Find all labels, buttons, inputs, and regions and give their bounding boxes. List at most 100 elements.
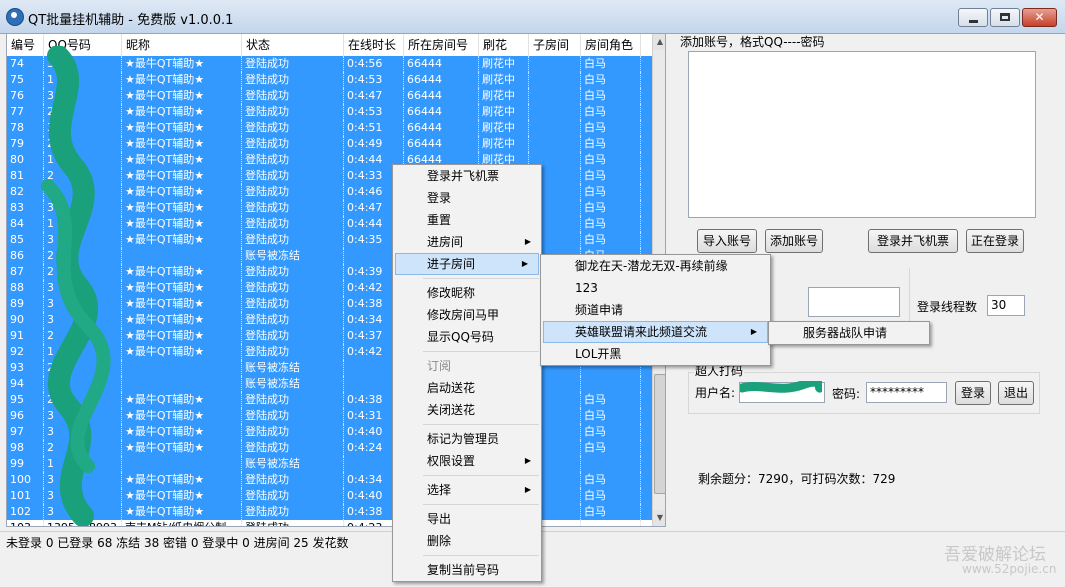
table-cell: 0:4:53	[344, 104, 404, 120]
table-row[interactable]: 99 1 账号被冻结	[7, 456, 652, 472]
column-header[interactable]: 状态	[242, 34, 344, 56]
menu-item[interactable]: 重置	[393, 209, 541, 231]
add-account-button[interactable]: 添加账号	[765, 229, 823, 253]
settings-field[interactable]	[808, 287, 900, 317]
table-row[interactable]: 102 3 ★最牛QT辅助★ 登陆成功 0:4:38 白马	[7, 504, 652, 520]
table-row[interactable]: 82 2 ★最牛QT辅助★ 登陆成功 0:4:46 白马	[7, 184, 652, 200]
table-cell: 刷花中	[479, 120, 529, 136]
column-header[interactable]: 子房间	[529, 34, 581, 56]
menu-item[interactable]: 显示QQ号码	[393, 326, 541, 348]
column-header[interactable]: 所在房间号	[404, 34, 479, 56]
menu-item[interactable]: 删除	[393, 530, 541, 552]
table-row[interactable]: 100 3 ★最牛QT辅助★ 登陆成功 0:4:34 白马	[7, 472, 652, 488]
submenu-sub-rooms[interactable]: 御龙在天-潜龙无双-再续前缘 123 频道申请英雄联盟请来此频道交流 ▶ LOL开黑	[540, 254, 771, 366]
table-row[interactable]: 1031395708993南丰M钻/纸电烟公制登陆成功0:4:23	[7, 520, 652, 526]
column-header[interactable]: 房间角色	[581, 34, 641, 56]
menu-item[interactable]: 御龙在天-潜龙无双-再续前缘	[541, 255, 770, 277]
table-row[interactable]: 98 2 ★最牛QT辅助★ 登陆成功 0:4:24 白马	[7, 440, 652, 456]
table-cell: 3	[44, 280, 122, 296]
table-cell: 2	[44, 104, 122, 120]
password-input[interactable]: *********	[866, 382, 947, 403]
menu-item[interactable]: 选择 ▶	[393, 479, 541, 501]
table-row[interactable]: 80 1 ★最牛QT辅助★ 登陆成功 0:4:44 66444 刷花中 白马	[7, 152, 652, 168]
menu-item[interactable]: 频道申请	[541, 299, 770, 321]
minimize-button[interactable]	[958, 8, 988, 27]
table-cell: ★最牛QT辅助★	[122, 232, 242, 248]
table-cell: 账号被冻结	[242, 360, 344, 376]
menu-item[interactable]: 服务器战队申请	[769, 322, 929, 344]
column-header[interactable]: 在线时长	[344, 34, 404, 56]
menu-item[interactable]: LOL开黑	[541, 343, 770, 365]
scroll-down-icon[interactable]: ▼	[653, 510, 665, 526]
table-cell: 登陆成功	[242, 200, 344, 216]
table-cell: ★最牛QT辅助★	[122, 264, 242, 280]
accounts-textarea[interactable]	[688, 51, 1036, 218]
table-row[interactable]: 76 3 ★最牛QT辅助★ 登陆成功 0:4:47 66444 刷花中 白马	[7, 88, 652, 104]
column-header[interactable]: 编号	[7, 34, 44, 56]
column-header[interactable]: 昵称	[122, 34, 242, 56]
import-accounts-button[interactable]: 导入账号	[697, 229, 757, 253]
menu-item[interactable]: 进子房间 ▶	[395, 253, 539, 275]
table-row[interactable]: 85 3 ★最牛QT辅助★ 登陆成功 0:4:35 白马	[7, 232, 652, 248]
menu-item-label: 频道申请	[575, 303, 624, 317]
table-row[interactable]: 77 2 ★最牛QT辅助★ 登陆成功 0:4:53 66444 刷花中 白马	[7, 104, 652, 120]
menu-item[interactable]: 权限设置 ▶	[393, 450, 541, 472]
column-header[interactable]: QQ号码	[44, 34, 122, 56]
table-row[interactable]: 96 3 ★最牛QT辅助★ 登陆成功 0:4:31 白马	[7, 408, 652, 424]
maximize-button[interactable]	[990, 8, 1020, 27]
table-row[interactable]: 78 3 ★最牛QT辅助★ 登陆成功 0:4:51 66444 刷花中 白马	[7, 120, 652, 136]
table-cell: ★最牛QT辅助★	[122, 56, 242, 72]
menu-item-label: 复制当前号码	[427, 563, 500, 577]
submenu-channel[interactable]: 服务器战队申请	[768, 321, 930, 345]
menu-item[interactable]: 登录	[393, 187, 541, 209]
menu-item[interactable]: 登录并飞机票	[393, 165, 541, 187]
table-cell: 刷花中	[479, 136, 529, 152]
table-cell: 登陆成功	[242, 264, 344, 280]
context-menu[interactable]: 登录并飞机票 登录 重置 进房间 ▶ 进子房间 ▶ 修改昵称 修改房间马甲 显示QQ号码 订阅 启动送…	[392, 164, 542, 582]
close-button[interactable]: ✕	[1022, 8, 1057, 27]
table-cell: 登陆成功	[242, 408, 344, 424]
menu-item[interactable]: 修改昵称	[393, 282, 541, 304]
menu-item[interactable]: 订阅	[393, 355, 541, 377]
table-row[interactable]: 81 2 ★最牛QT辅助★ 登陆成功 0:4:33 白马	[7, 168, 652, 184]
menu-item[interactable]: 导出	[393, 508, 541, 530]
menu-item[interactable]: 关闭送花	[393, 399, 541, 421]
menu-item[interactable]: 启动送花	[393, 377, 541, 399]
table-row[interactable]: 79 2 ★最牛QT辅助★ 登陆成功 0:4:49 66444 刷花中 白马	[7, 136, 652, 152]
exit-button[interactable]: 退出	[998, 381, 1034, 405]
table-cell: 登陆成功	[242, 296, 344, 312]
menu-item[interactable]: 修改房间马甲	[393, 304, 541, 326]
menu-item[interactable]: 复制当前号码	[393, 559, 541, 581]
table-cell: 登陆成功	[242, 424, 344, 440]
table-cell: 0:4:51	[344, 120, 404, 136]
scroll-thumb[interactable]	[654, 374, 665, 494]
table-row[interactable]: 94 账号被冻结	[7, 376, 652, 392]
menu-item[interactable]: 英雄联盟请来此频道交流 ▶	[543, 321, 768, 343]
table-cell: 76	[7, 88, 44, 104]
column-header[interactable]: 刷花	[479, 34, 529, 56]
dama-login-button[interactable]: 登录	[955, 381, 991, 405]
table-row[interactable]: 74 3 ★最牛QT辅助★ 登陆成功 0:4:56 66444 刷花中 白马	[7, 56, 652, 72]
table-cell	[581, 376, 641, 392]
table-row[interactable]: 83 3 ★最牛QT辅助★ 登陆成功 0:4:47 白马	[7, 200, 652, 216]
table-cell: 白马	[581, 88, 641, 104]
login-ticket-button[interactable]: 登录并飞机票	[868, 229, 958, 253]
menu-item[interactable]: 标记为管理员	[393, 428, 541, 450]
table-row[interactable]: 84 1 ★最牛QT辅助★ 登陆成功 0:4:44 白马	[7, 216, 652, 232]
window-title: QT批量挂机辅助 - 免费版 v1.0.0.1	[28, 13, 234, 28]
table-cell: 1	[44, 456, 122, 472]
table-row[interactable]: 101 3 ★最牛QT辅助★ 登陆成功 0:4:40 白马	[7, 488, 652, 504]
table-cell: 66444	[404, 136, 479, 152]
scroll-up-icon[interactable]: ▲	[653, 34, 665, 50]
table-cell: 白马	[581, 440, 641, 456]
thread-count-input[interactable]: 30	[987, 295, 1025, 316]
menu-item[interactable]: 123	[541, 277, 770, 299]
logging-in-button[interactable]: 正在登录	[966, 229, 1024, 253]
table-row[interactable]: 97 3 ★最牛QT辅助★ 登陆成功 0:4:40 白马	[7, 424, 652, 440]
menu-item-label: 服务器战队申请	[803, 326, 888, 340]
table-row[interactable]: 95 2 ★最牛QT辅助★ 登陆成功 0:4:38 白马	[7, 392, 652, 408]
menu-item-label: 标记为管理员	[427, 432, 500, 446]
table-row[interactable]: 75 1 ★最牛QT辅助★ 登陆成功 0:4:53 66444 刷花中 白马	[7, 72, 652, 88]
menu-item[interactable]: 进房间 ▶	[393, 231, 541, 253]
table-cell: 登陆成功	[242, 488, 344, 504]
